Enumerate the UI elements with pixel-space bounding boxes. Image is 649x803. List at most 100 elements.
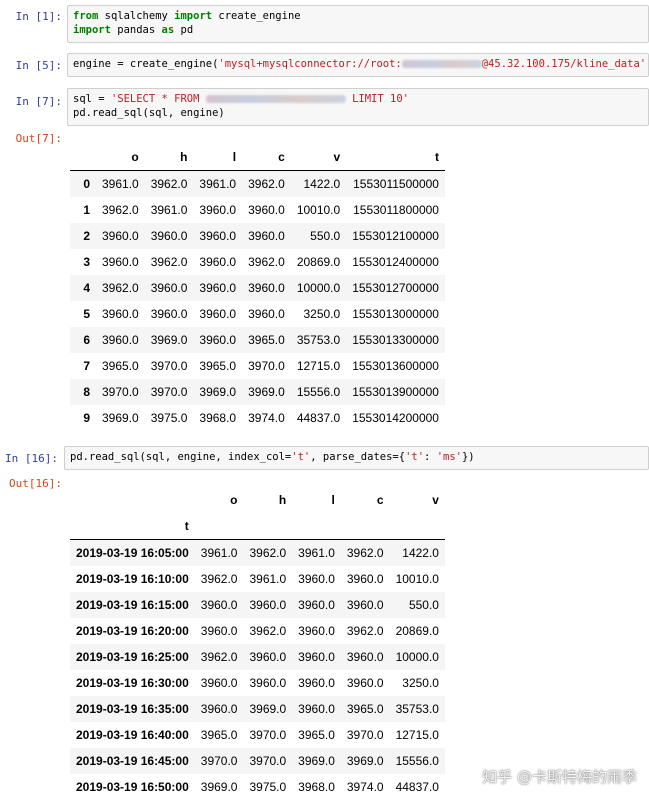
code-text: engine = create_engine( bbox=[73, 58, 219, 70]
code-string: 'ms' bbox=[436, 451, 462, 463]
column-header: l bbox=[331, 493, 335, 507]
table-row: 2019-03-19 16:50:00 3969.0 3975.0 3968.0 397… bbox=[70, 774, 445, 800]
table-cell: 3962.0 bbox=[248, 177, 285, 191]
table-cell: 3965.0 bbox=[102, 359, 139, 373]
table-cell: 1553012100000 bbox=[352, 229, 439, 243]
cell-1-code[interactable]: from sqlalchemy import create_engine imp… bbox=[67, 5, 649, 43]
code-text: pandas bbox=[110, 24, 162, 36]
table-cell: 15556.0 bbox=[296, 385, 341, 399]
table-cell: 3960.0 bbox=[346, 676, 384, 690]
table-cell: 3960.0 bbox=[150, 281, 188, 295]
code-string: 't' bbox=[291, 451, 311, 463]
table-cell: 3962.0 bbox=[200, 572, 238, 586]
cell-4-prompt: In [16]: bbox=[5, 452, 58, 465]
cell-1-prompt: In [1]: bbox=[15, 10, 62, 23]
row-index: 8 bbox=[83, 385, 90, 399]
table-cell: 3974.0 bbox=[248, 411, 285, 425]
table-cell: 3960.0 bbox=[249, 650, 287, 664]
code-text: sql = bbox=[73, 93, 111, 105]
empty-header bbox=[292, 513, 341, 540]
index-name-row: t bbox=[70, 513, 445, 540]
table-cell: 3969.0 bbox=[346, 754, 384, 768]
table-cell: 3960.0 bbox=[199, 229, 237, 243]
table-cell: 1553012400000 bbox=[352, 255, 439, 269]
table-cell: 3960.0 bbox=[298, 572, 335, 586]
table-row: 2019-03-19 16:20:00 3960.0 3962.0 3960.0 396… bbox=[70, 618, 445, 644]
table-cell: 3962.0 bbox=[200, 650, 238, 664]
table-row: 2019-03-19 16:25:00 3962.0 3960.0 3960.0 396… bbox=[70, 644, 445, 670]
table-cell: 3970.0 bbox=[346, 728, 384, 742]
table-cell: 3250.0 bbox=[303, 307, 341, 321]
kw-from: from bbox=[73, 10, 99, 22]
kw-import: import bbox=[73, 24, 111, 36]
table-cell: 3974.0 bbox=[346, 780, 384, 794]
table-cell: 3960.0 bbox=[298, 650, 335, 664]
row-index-datetime: 2019-03-19 16:25:00 bbox=[76, 650, 189, 664]
table-row: 2 3960.0 3960.0 3960.0 3960.0 550.0 1553012100… bbox=[70, 223, 445, 249]
table-row: 6 3960.0 3969.0 3960.0 3965.0 35753.0 15530133… bbox=[70, 327, 445, 353]
empty-header bbox=[340, 513, 390, 540]
table-cell: 10000.0 bbox=[395, 650, 439, 664]
column-header: h bbox=[278, 493, 287, 507]
cell-4-code[interactable]: pd.read_sql(sql, engine, index_col='t', … bbox=[64, 446, 649, 470]
code-text: }) bbox=[461, 451, 475, 463]
table-cell: 12715.0 bbox=[296, 359, 341, 373]
table-header-row: ohlcv bbox=[70, 487, 445, 513]
column-header: h bbox=[144, 144, 194, 171]
table-cell: 3970.0 bbox=[102, 385, 139, 399]
cell-2-prompt: In [5]: bbox=[15, 59, 62, 72]
column-header: t bbox=[346, 144, 445, 171]
column-header: o bbox=[230, 493, 238, 507]
table-cell: 3960.0 bbox=[249, 598, 287, 612]
row-index: 6 bbox=[83, 333, 90, 347]
cell-2-code[interactable]: engine = create_engine('mysql+mysqlconne… bbox=[67, 53, 649, 77]
table-cell: 3960.0 bbox=[199, 281, 237, 295]
table-cell: 3960.0 bbox=[199, 307, 237, 321]
table-cell: 3970.0 bbox=[249, 728, 287, 742]
table-cell: 3960.0 bbox=[248, 307, 285, 321]
table-cell: 3960.0 bbox=[248, 229, 285, 243]
table-cell: 3965.0 bbox=[248, 333, 285, 347]
table-cell: 3960.0 bbox=[298, 676, 335, 690]
table-row: 2019-03-19 16:30:00 3960.0 3960.0 3960.0 396… bbox=[70, 670, 445, 696]
code-text: sqlalchemy bbox=[98, 10, 175, 22]
table-cell: 10010.0 bbox=[296, 203, 341, 217]
row-index-datetime: 2019-03-19 16:10:00 bbox=[76, 572, 189, 586]
table-cell: 3970.0 bbox=[248, 359, 285, 373]
table-cell: 3960.0 bbox=[150, 307, 188, 321]
kw-as: as bbox=[161, 24, 175, 36]
table-header-row: ohlcvt bbox=[70, 144, 445, 171]
code-text: create_engine bbox=[212, 10, 301, 22]
table-row: 9 3969.0 3975.0 3968.0 3974.0 44837.0 15530142… bbox=[70, 405, 445, 431]
index-header bbox=[70, 144, 96, 171]
table-cell: 3962.0 bbox=[248, 255, 285, 269]
table-cell: 3962.0 bbox=[346, 624, 384, 638]
table-cell: 1553011500000 bbox=[353, 177, 439, 191]
table-cell: 3969.0 bbox=[150, 333, 188, 347]
table-cell: 3969.0 bbox=[199, 385, 237, 399]
watermark: 知乎 @卡斯特梅的雨季 bbox=[482, 768, 637, 786]
code-text: pd bbox=[174, 24, 194, 36]
table-cell: 3969.0 bbox=[298, 754, 335, 768]
table-cell: 3970.0 bbox=[150, 385, 188, 399]
empty-header bbox=[243, 513, 293, 540]
row-index: 0 bbox=[83, 177, 90, 191]
table-cell: 1553012700000 bbox=[352, 281, 439, 295]
table-cell: 3960.0 bbox=[298, 702, 335, 716]
table-cell: 550.0 bbox=[408, 598, 439, 612]
row-index: 7 bbox=[83, 359, 90, 373]
column-header: l bbox=[193, 144, 243, 171]
row-index-datetime: 2019-03-19 16:30:00 bbox=[76, 676, 189, 690]
code-string: 'SELECT * FROM bbox=[110, 93, 206, 105]
table-cell: 3960.0 bbox=[346, 572, 384, 586]
table-cell: 3960.0 bbox=[298, 624, 335, 638]
code-string: 'mysql+mysqlconnector://root: bbox=[218, 58, 402, 70]
cell-3-code[interactable]: sql = 'SELECT * FROM LIMIT 10' pd.read_s… bbox=[67, 88, 649, 126]
table-cell: 3975.0 bbox=[249, 780, 287, 794]
code-text: pd.read_sql(sql, engine, index_col= bbox=[70, 451, 292, 463]
table-cell: 15556.0 bbox=[395, 754, 439, 768]
column-header: c bbox=[242, 144, 291, 171]
table-cell: 3968.0 bbox=[298, 780, 335, 794]
table-cell: 3965.0 bbox=[199, 359, 237, 373]
table-row: 2019-03-19 16:40:00 3965.0 3970.0 3965.0 397… bbox=[70, 722, 445, 748]
